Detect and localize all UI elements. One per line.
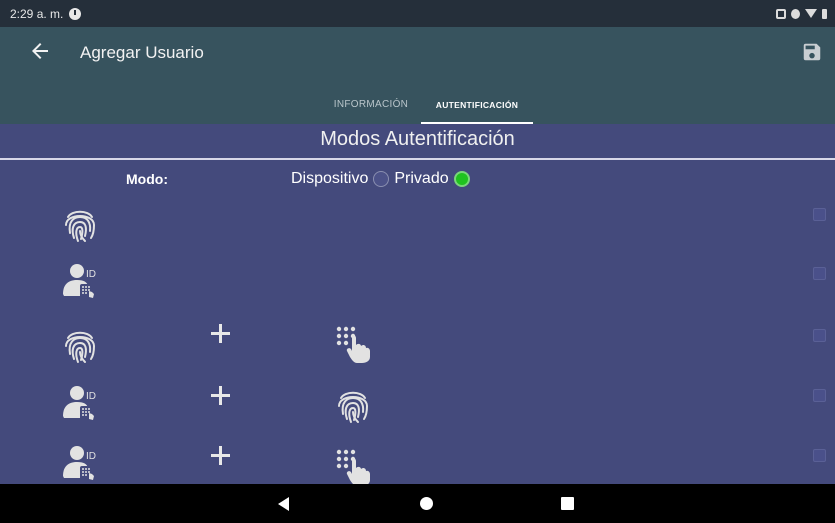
radio-label-dispositivo: Dispositivo	[291, 170, 369, 187]
clock-icon	[69, 7, 82, 20]
mode-radio-group: Dispositivo Privado	[289, 170, 470, 188]
auth-row-user-id-keypad	[0, 436, 835, 484]
app-bar: Agregar Usuario INFORMACIÓN AUTENTIFICAC…	[0, 27, 835, 124]
auth-row-user-id-fingerprint	[0, 376, 835, 432]
radio-privado[interactable]	[453, 171, 470, 187]
save-icon	[803, 43, 821, 61]
user-id-icon	[60, 442, 100, 482]
screenshot-icon	[776, 8, 786, 19]
tab-informacion[interactable]: INFORMACIÓN	[322, 85, 420, 124]
keypad-icon	[333, 323, 373, 363]
checkbox-row-2[interactable]	[813, 267, 826, 280]
nav-back-icon[interactable]	[278, 497, 289, 511]
fingerprint-icon	[333, 386, 373, 426]
back-button[interactable]	[28, 39, 52, 63]
data-saver-icon	[791, 8, 800, 19]
status-left: 2:29 a. m.	[10, 6, 82, 21]
wifi-icon	[805, 9, 817, 18]
battery-icon	[822, 8, 827, 19]
auth-row-fingerprint	[0, 200, 835, 256]
tab-autentificacion[interactable]: AUTENTIFICACIÓN	[421, 85, 533, 124]
tab-bar: INFORMACIÓN AUTENTIFICACIÓN	[0, 85, 835, 124]
arrow-left-icon	[32, 43, 48, 59]
mode-label: Modo:	[126, 171, 168, 187]
keypad-icon	[333, 446, 373, 484]
nav-recents-icon[interactable]	[561, 497, 574, 510]
status-bar: 2:29 a. m.	[0, 0, 835, 27]
checkbox-row-3[interactable]	[813, 329, 826, 342]
auth-row-user-id	[0, 256, 835, 312]
status-right	[776, 8, 827, 19]
divider	[0, 158, 835, 160]
auth-row-fingerprint-keypad	[0, 316, 835, 372]
save-button[interactable]	[801, 41, 823, 63]
fingerprint-icon	[60, 205, 100, 245]
plus-icon	[209, 384, 233, 408]
user-id-icon	[60, 260, 100, 300]
tab-indicator	[421, 122, 533, 124]
plus-icon	[209, 444, 233, 468]
checkbox-row-5[interactable]	[813, 449, 826, 462]
fingerprint-icon	[60, 326, 100, 366]
radio-label-privado: Privado	[394, 170, 449, 187]
system-nav-bar	[0, 484, 835, 523]
checkbox-row-1[interactable]	[813, 208, 826, 221]
status-time: 2:29 a. m.	[10, 6, 64, 21]
plus-icon	[209, 322, 233, 346]
section-title: Modos Autentificación	[320, 128, 515, 150]
nav-home-icon[interactable]	[420, 497, 433, 510]
checkbox-row-4[interactable]	[813, 389, 826, 402]
radio-dispositivo[interactable]	[373, 171, 390, 187]
user-id-icon	[60, 382, 100, 422]
page-title: Agregar Usuario	[80, 43, 204, 62]
